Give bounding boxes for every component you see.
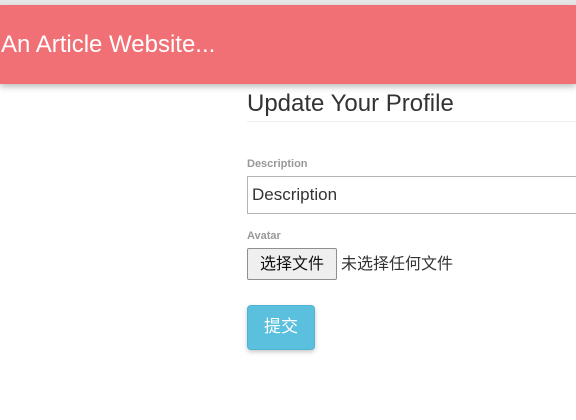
page-title: Update Your Profile	[247, 90, 454, 117]
site-brand-link[interactable]: An Article Website...	[1, 31, 215, 59]
file-status-text: 未选择任何文件	[341, 254, 454, 273]
description-input[interactable]	[247, 176, 576, 214]
title-divider	[247, 121, 576, 122]
navbar: An Article Website...	[0, 5, 576, 84]
description-label: Description	[247, 158, 308, 170]
avatar-file-input: 选择文件 未选择任何文件	[247, 248, 576, 280]
choose-file-button[interactable]: 选择文件	[247, 248, 337, 280]
submit-button[interactable]: 提交	[247, 305, 315, 350]
avatar-label: Avatar	[247, 230, 281, 242]
